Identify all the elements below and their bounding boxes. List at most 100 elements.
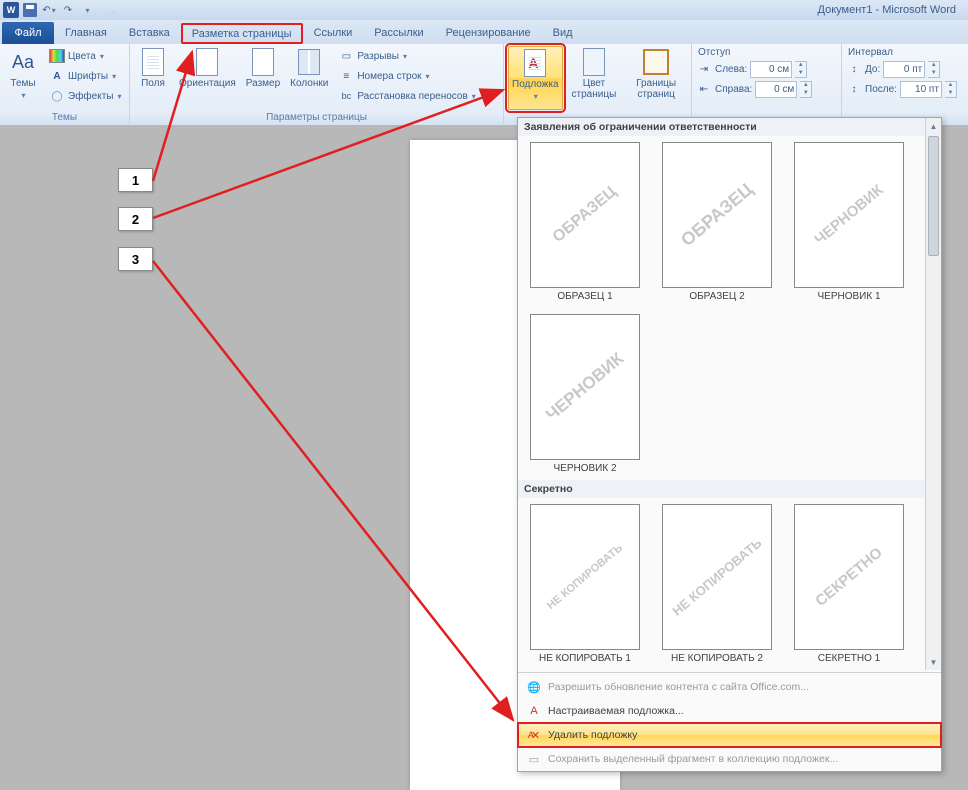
custom-watermark[interactable]: A Настраиваемая подложка... [518, 699, 941, 723]
spacing-before-spinner[interactable]: ▲▼ [928, 61, 940, 78]
watermark-dropdown: Заявления об ограничении ответственности… [517, 117, 942, 772]
group-spacing: Интервал ↕ До: 0 пт ▲▼ ↕ После: 10 пт ▲▼ [842, 44, 962, 124]
faded-title: ... [108, 4, 117, 16]
indent-left-icon: ⇥ [696, 61, 712, 77]
document-title: Документ1 - Microsoft Word [818, 4, 956, 16]
watermark-icon [519, 49, 551, 77]
columns-button[interactable]: Колонки [287, 46, 331, 110]
tab-insert[interactable]: Вставка [118, 22, 181, 44]
page-borders-button[interactable]: Границы страниц [625, 46, 687, 110]
line-numbers-button[interactable]: ≡Номера строк▾ [335, 66, 478, 86]
size-button[interactable]: Размер [243, 46, 283, 110]
group-themes: Aa Темы▾ Цвета▾ AШрифты▾ ◯Эффекты▾ Темы [0, 44, 130, 124]
spacing-before-icon: ↕ [846, 61, 862, 77]
spacing-after-label: После: [865, 84, 897, 95]
indent-right-spinner[interactable]: ▲▼ [800, 81, 812, 98]
watermark-button[interactable]: Подложка▾ [508, 46, 563, 110]
callout-3: 3 [118, 247, 153, 271]
group-label: Параметры страницы [130, 112, 503, 123]
page-borders-icon [640, 48, 672, 76]
watermark-thumbnail[interactable]: ЧЕРНОВИКЧЕРНОВИК 1 [786, 142, 912, 302]
thumbnail-label: СЕКРЕТНО 1 [818, 653, 881, 664]
tab-file[interactable]: Файл [2, 22, 54, 44]
page-color-button[interactable]: Цвет страницы [567, 46, 622, 110]
watermark-thumbnail[interactable]: СЕКРЕТНОСЕКРЕТНО 1 [786, 504, 912, 664]
save-gallery-icon: ▭ [526, 751, 542, 767]
scroll-thumb[interactable] [928, 136, 939, 256]
margins-icon [137, 48, 169, 76]
spacing-label: Интервал [846, 46, 958, 59]
watermark-thumbnail[interactable]: ОБРАЗЕЦОБРАЗЕЦ 1 [522, 142, 648, 302]
spacing-before-input[interactable]: 0 пт [883, 61, 925, 78]
remove-watermark[interactable]: A✕ Удалить подложку [518, 723, 941, 747]
watermark-thumbnail[interactable]: ЧЕРНОВИКЧЕРНОВИК 2 [522, 314, 648, 474]
theme-fonts-button[interactable]: AШрифты▾ [46, 66, 124, 86]
thumbnail-label: НЕ КОПИРОВАТЬ 1 [539, 653, 631, 664]
spacing-before-label: До: [865, 64, 880, 75]
theme-colors-button[interactable]: Цвета▾ [46, 46, 124, 66]
thumbnail-label: ОБРАЗЕЦ 1 [557, 291, 612, 302]
spacing-after-input[interactable]: 10 пт [900, 81, 942, 98]
tab-view[interactable]: Вид [542, 22, 584, 44]
group-page-setup: Поля Ориентация Размер Колонки ▭Разрывы▾… [130, 44, 504, 124]
spacing-after-spinner[interactable]: ▲▼ [945, 81, 957, 98]
group-label: Темы [0, 112, 129, 123]
indent-left-input[interactable]: 0 см [750, 61, 792, 78]
fonts-icon: A [49, 68, 65, 84]
thumbnail-label: НЕ КОПИРОВАТЬ 2 [671, 653, 763, 664]
save-to-gallery: ▭ Сохранить выделенный фрагмент в коллек… [518, 747, 941, 771]
tab-mailings[interactable]: Рассылки [363, 22, 434, 44]
thumbnail-label: ЧЕРНОВИК 2 [553, 463, 616, 474]
orientation-icon [191, 48, 223, 76]
globe-icon: 🌐 [526, 679, 542, 695]
scroll-down-icon[interactable]: ▼ [926, 654, 941, 670]
custom-watermark-icon: A [526, 703, 542, 719]
hyphenation-icon: bc [338, 88, 354, 104]
breaks-icon: ▭ [338, 48, 354, 64]
redo-icon[interactable]: ↷ [59, 2, 77, 19]
tab-review[interactable]: Рецензирование [435, 22, 542, 44]
ribbon-tabs: Файл Главная Вставка Разметка страницы С… [0, 20, 968, 44]
size-icon [247, 48, 279, 76]
title-bar: W ↶▾ ↷ ▾ ... Документ1 - Microsoft Word [0, 0, 968, 20]
group-indent: Отступ ⇥ Слева: 0 см ▲▼ ⇤ Справа: 0 см ▲… [692, 44, 842, 124]
tab-home[interactable]: Главная [54, 22, 118, 44]
callout-1: 1 [118, 168, 153, 192]
indent-right-input[interactable]: 0 см [755, 81, 797, 98]
orientation-button[interactable]: Ориентация [176, 46, 239, 110]
remove-watermark-icon: A✕ [526, 727, 542, 743]
ribbon: Aa Темы▾ Цвета▾ AШрифты▾ ◯Эффекты▾ Темы … [0, 44, 968, 126]
thumbnail-label: ЧЕРНОВИК 1 [817, 291, 880, 302]
watermark-thumbnail[interactable]: НЕ КОПИРОВАТЬНЕ КОПИРОВАТЬ 2 [654, 504, 780, 664]
watermark-thumbnail[interactable]: ОБРАЗЕЦОБРАЗЕЦ 2 [654, 142, 780, 302]
breaks-button[interactable]: ▭Разрывы▾ [335, 46, 478, 66]
indent-left-spinner[interactable]: ▲▼ [795, 61, 807, 78]
margins-button[interactable]: Поля [134, 46, 172, 110]
themes-button[interactable]: Aa Темы▾ [4, 46, 42, 110]
tab-page-layout[interactable]: Разметка страницы [181, 23, 303, 44]
thumbnail-label: ОБРАЗЕЦ 2 [689, 291, 744, 302]
scroll-up-icon[interactable]: ▲ [926, 118, 941, 134]
colors-icon [49, 48, 65, 64]
watermark-thumbnail[interactable]: НЕ КОПИРОВАТЬНЕ КОПИРОВАТЬ 1 [522, 504, 648, 664]
indent-left-label: Слева: [715, 64, 747, 75]
word-app-icon[interactable]: W [2, 2, 20, 19]
undo-icon[interactable]: ↶▾ [40, 2, 58, 19]
allow-office-update: 🌐 Разрешить обновление контента с сайта … [518, 675, 941, 699]
gallery-section-confidential: Секретно [518, 480, 925, 498]
hyphenation-button[interactable]: bcРасстановка переносов▾ [335, 86, 478, 106]
qat-dropdown-icon[interactable]: ▾ [78, 2, 96, 19]
effects-icon: ◯ [49, 88, 65, 104]
group-page-background: Подложка▾ Цвет страницы Границы страниц [504, 44, 692, 124]
gallery-scrollbar[interactable]: ▲ ▼ [925, 118, 941, 670]
save-icon[interactable] [21, 2, 39, 19]
indent-label: Отступ [696, 46, 837, 59]
page-color-icon [578, 48, 610, 76]
spacing-after-icon: ↕ [846, 81, 862, 97]
tab-references[interactable]: Ссылки [303, 22, 364, 44]
indent-right-label: Справа: [715, 84, 752, 95]
theme-effects-button[interactable]: ◯Эффекты▾ [46, 86, 124, 106]
indent-right-icon: ⇤ [696, 81, 712, 97]
themes-icon: Aa [7, 48, 39, 76]
line-numbers-icon: ≡ [338, 68, 354, 84]
